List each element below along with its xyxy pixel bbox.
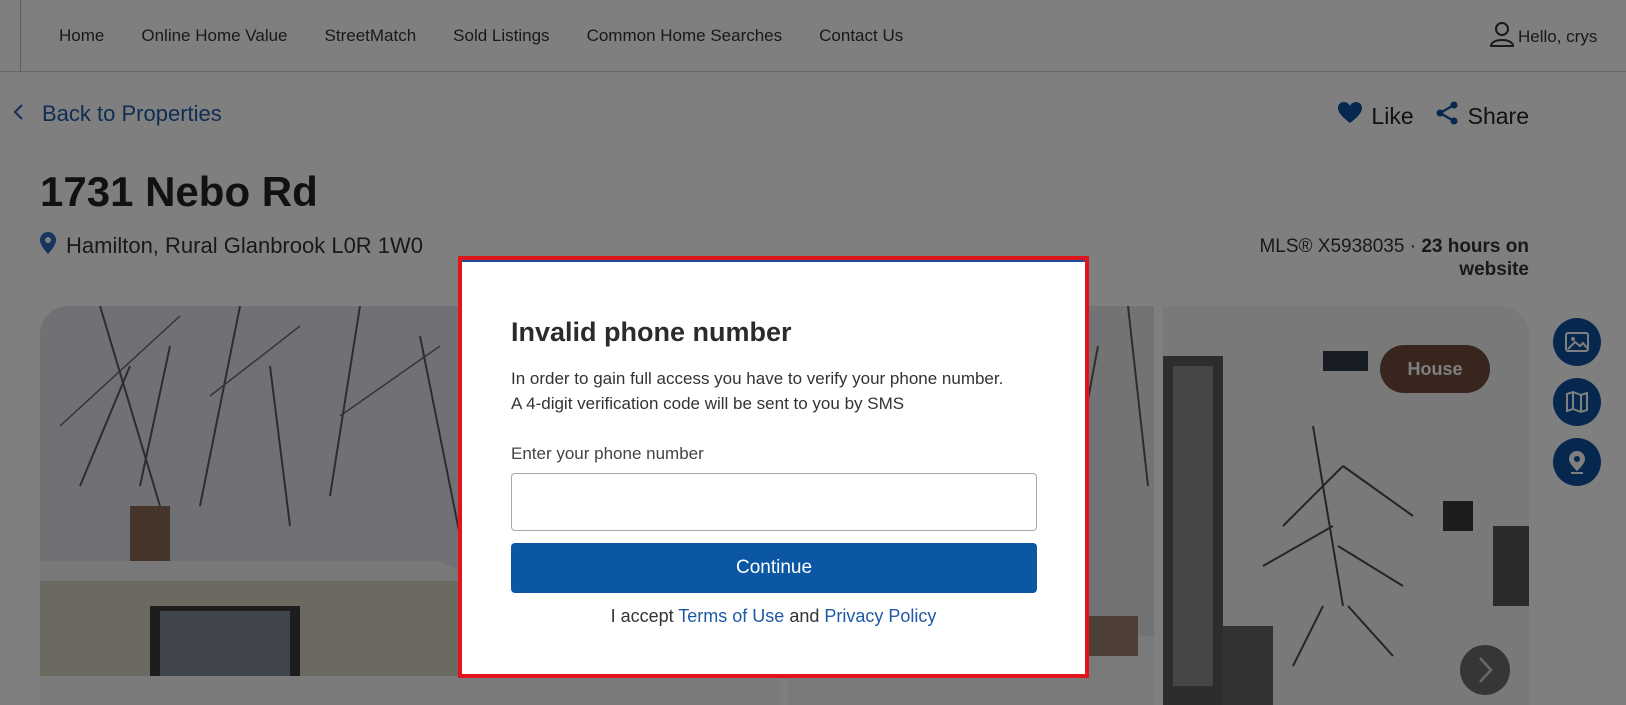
terms-acceptance: I accept Terms of Use and Privacy Policy xyxy=(462,606,1085,627)
phone-verification-modal: Invalid phone number In order to gain fu… xyxy=(458,256,1089,678)
terms-prefix: I accept xyxy=(610,606,679,626)
terms-and: and xyxy=(784,606,825,626)
privacy-policy-link[interactable]: Privacy Policy xyxy=(824,606,936,626)
phone-number-input[interactable] xyxy=(511,473,1037,531)
phone-field-label: Enter your phone number xyxy=(511,444,704,463)
modal-title: Invalid phone number xyxy=(511,317,792,347)
modal-description-line-1: In order to gain full access you have to… xyxy=(511,369,1004,388)
terms-of-use-link[interactable]: Terms of Use xyxy=(678,606,784,626)
modal-description: In order to gain full access you have to… xyxy=(511,366,1003,416)
modal-top-accent xyxy=(462,260,1085,262)
modal-description-line-2: A 4-digit verification code will be sent… xyxy=(511,394,905,413)
continue-button[interactable]: Continue xyxy=(511,543,1037,593)
